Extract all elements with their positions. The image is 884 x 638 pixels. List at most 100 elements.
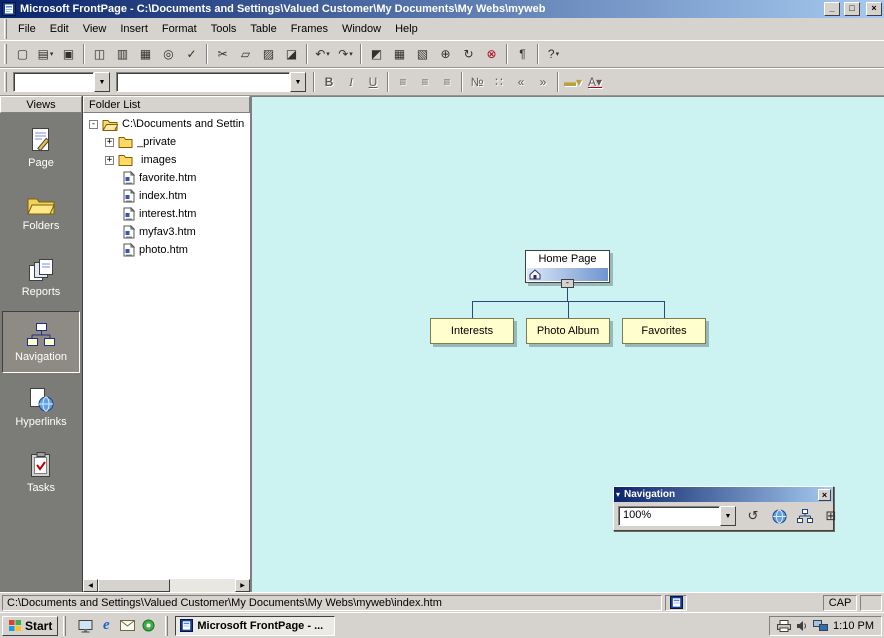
expand-all-button[interactable]: ⊞ bbox=[819, 505, 843, 527]
view-item-hyperlinks[interactable]: Hyperlinks bbox=[2, 376, 80, 438]
outlook-express-icon[interactable] bbox=[118, 617, 136, 635]
folder-list-button[interactable]: ▥ bbox=[111, 43, 134, 65]
undo-button[interactable]: ↶ ▾ bbox=[311, 43, 334, 65]
toolbar-options-icon[interactable]: ▾ bbox=[616, 490, 620, 499]
underline-button[interactable]: U bbox=[362, 71, 384, 93]
expand-icon[interactable]: + bbox=[105, 156, 114, 165]
start-button[interactable]: Start bbox=[2, 616, 58, 636]
menu-tools[interactable]: Tools bbox=[204, 19, 244, 39]
tree-item-file[interactable]: myfav3.htm bbox=[83, 223, 250, 241]
tree-item-file[interactable]: favorite.htm bbox=[83, 169, 250, 187]
insert-table-button[interactable]: ▦ bbox=[388, 43, 411, 65]
copy-button[interactable]: ▱ bbox=[234, 43, 257, 65]
open-button[interactable]: ▤ ▾ bbox=[34, 43, 57, 65]
expand-icon[interactable]: + bbox=[105, 138, 114, 147]
view-item-tasks[interactable]: Tasks bbox=[2, 441, 80, 503]
print-button[interactable]: ▦ bbox=[134, 43, 157, 65]
spelling-button[interactable]: ✓ bbox=[180, 43, 203, 65]
preview-in-browser-button[interactable]: ◎ bbox=[157, 43, 180, 65]
stop-button[interactable]: ⊗ bbox=[480, 43, 503, 65]
scroll-right-icon[interactable]: ▶ bbox=[235, 579, 250, 592]
cut-button[interactable]: ✂ bbox=[211, 43, 234, 65]
new-page-button[interactable]: ▢ bbox=[11, 43, 34, 65]
zoom-dropdown-icon[interactable]: ▼ bbox=[720, 506, 736, 526]
tree-item-images[interactable]: + images bbox=[83, 151, 250, 169]
hyperlink-button[interactable]: ⊕ bbox=[434, 43, 457, 65]
toolbar-grip[interactable] bbox=[4, 44, 7, 64]
nav-node-interests[interactable]: Interests bbox=[430, 318, 514, 344]
decrease-indent-button[interactable]: « bbox=[510, 71, 532, 93]
increase-indent-button[interactable]: » bbox=[532, 71, 554, 93]
minimize-button[interactable]: _ bbox=[824, 2, 840, 16]
menu-frames[interactable]: Frames bbox=[284, 19, 335, 39]
help-button[interactable]: ? ▾ bbox=[542, 43, 565, 65]
refresh-button[interactable]: ↻ bbox=[457, 43, 480, 65]
highlight-button[interactable]: ▬ ▾ bbox=[562, 71, 584, 93]
tree-item-file[interactable]: interest.htm bbox=[83, 205, 250, 223]
included-in-navbars-button[interactable] bbox=[767, 505, 791, 527]
maximize-button[interactable]: □ bbox=[844, 2, 860, 16]
insert-component-button[interactable]: ◩ bbox=[365, 43, 388, 65]
style-dropdown-icon[interactable]: ▼ bbox=[94, 72, 110, 92]
network-icon[interactable] bbox=[813, 620, 828, 632]
scroll-left-icon[interactable]: ◀ bbox=[83, 579, 98, 592]
menu-file[interactable]: File bbox=[11, 19, 43, 39]
nav-node-favorites[interactable]: Favorites bbox=[622, 318, 706, 344]
font-color-button[interactable]: A ▾ bbox=[584, 71, 606, 93]
portrait-landscape-button[interactable]: ↺ bbox=[741, 505, 765, 527]
view-subtree-only-button[interactable] bbox=[793, 505, 817, 527]
insert-picture-button[interactable]: ▧ bbox=[411, 43, 434, 65]
printer-icon[interactable] bbox=[777, 620, 791, 632]
scrollbar-track[interactable] bbox=[170, 579, 235, 592]
show-all-button[interactable]: ¶ bbox=[511, 43, 534, 65]
toolbar-grip[interactable] bbox=[4, 72, 7, 92]
tree-item-root[interactable]: - C:\Documents and Settin bbox=[83, 115, 250, 133]
italic-button[interactable]: I bbox=[340, 71, 362, 93]
channels-icon[interactable] bbox=[139, 617, 157, 635]
view-item-navigation[interactable]: Navigation bbox=[2, 311, 80, 373]
save-button[interactable]: ▣ bbox=[57, 43, 80, 65]
redo-button[interactable]: ↷ ▾ bbox=[334, 43, 357, 65]
tree-item-private[interactable]: + _private bbox=[83, 133, 250, 151]
zoom-select[interactable]: 100% bbox=[618, 506, 720, 526]
bulleted-list-button[interactable]: ∷ bbox=[488, 71, 510, 93]
view-item-folders[interactable]: Folders bbox=[2, 181, 80, 243]
tree-item-file[interactable]: index.htm bbox=[83, 187, 250, 205]
align-right-button[interactable]: ≡ bbox=[436, 71, 458, 93]
taskbar-grip[interactable] bbox=[165, 616, 168, 636]
view-item-page[interactable]: Page bbox=[2, 116, 80, 178]
nav-node-photo-album[interactable]: Photo Album bbox=[526, 318, 610, 344]
show-desktop-icon[interactable] bbox=[76, 617, 94, 635]
bold-button[interactable]: B bbox=[318, 71, 340, 93]
font-select[interactable] bbox=[116, 72, 290, 92]
menu-insert[interactable]: Insert bbox=[113, 19, 155, 39]
publish-web-button[interactable]: ◫ bbox=[88, 43, 111, 65]
menu-edit[interactable]: Edit bbox=[43, 19, 76, 39]
scrollbar-thumb[interactable] bbox=[98, 579, 170, 592]
toolbar-grip[interactable] bbox=[4, 19, 7, 39]
collapse-icon[interactable]: - bbox=[89, 120, 98, 129]
view-item-reports[interactable]: Reports bbox=[2, 246, 80, 308]
collapse-subtree-toggle[interactable]: - bbox=[561, 279, 574, 288]
align-center-button[interactable]: ≡ bbox=[414, 71, 436, 93]
menu-view[interactable]: View bbox=[76, 19, 114, 39]
taskbar-frontpage-button[interactable]: Microsoft FrontPage - ... bbox=[175, 616, 335, 636]
menu-table[interactable]: Table bbox=[243, 19, 283, 39]
style-select[interactable] bbox=[13, 72, 94, 92]
menu-window[interactable]: Window bbox=[335, 19, 388, 39]
navigation-toolbar-titlebar[interactable]: ▾ Navigation × bbox=[614, 487, 833, 502]
menu-help[interactable]: Help bbox=[388, 19, 425, 39]
paste-button[interactable]: ▨ bbox=[257, 43, 280, 65]
close-button[interactable]: × bbox=[866, 2, 882, 16]
navigation-canvas[interactable]: Home Page - Interests Photo Album Favori… bbox=[251, 96, 884, 592]
numbered-list-button[interactable]: № bbox=[466, 71, 488, 93]
font-dropdown-icon[interactable]: ▼ bbox=[290, 72, 306, 92]
align-left-button[interactable]: ≡ bbox=[392, 71, 414, 93]
taskbar-grip[interactable] bbox=[63, 616, 66, 636]
menu-format[interactable]: Format bbox=[155, 19, 204, 39]
internet-explorer-icon[interactable]: e bbox=[97, 617, 115, 635]
tree-item-file[interactable]: photo.htm bbox=[83, 241, 250, 259]
volume-icon[interactable] bbox=[796, 620, 808, 632]
format-painter-button[interactable]: ◪ bbox=[280, 43, 303, 65]
close-icon[interactable]: × bbox=[818, 489, 831, 501]
